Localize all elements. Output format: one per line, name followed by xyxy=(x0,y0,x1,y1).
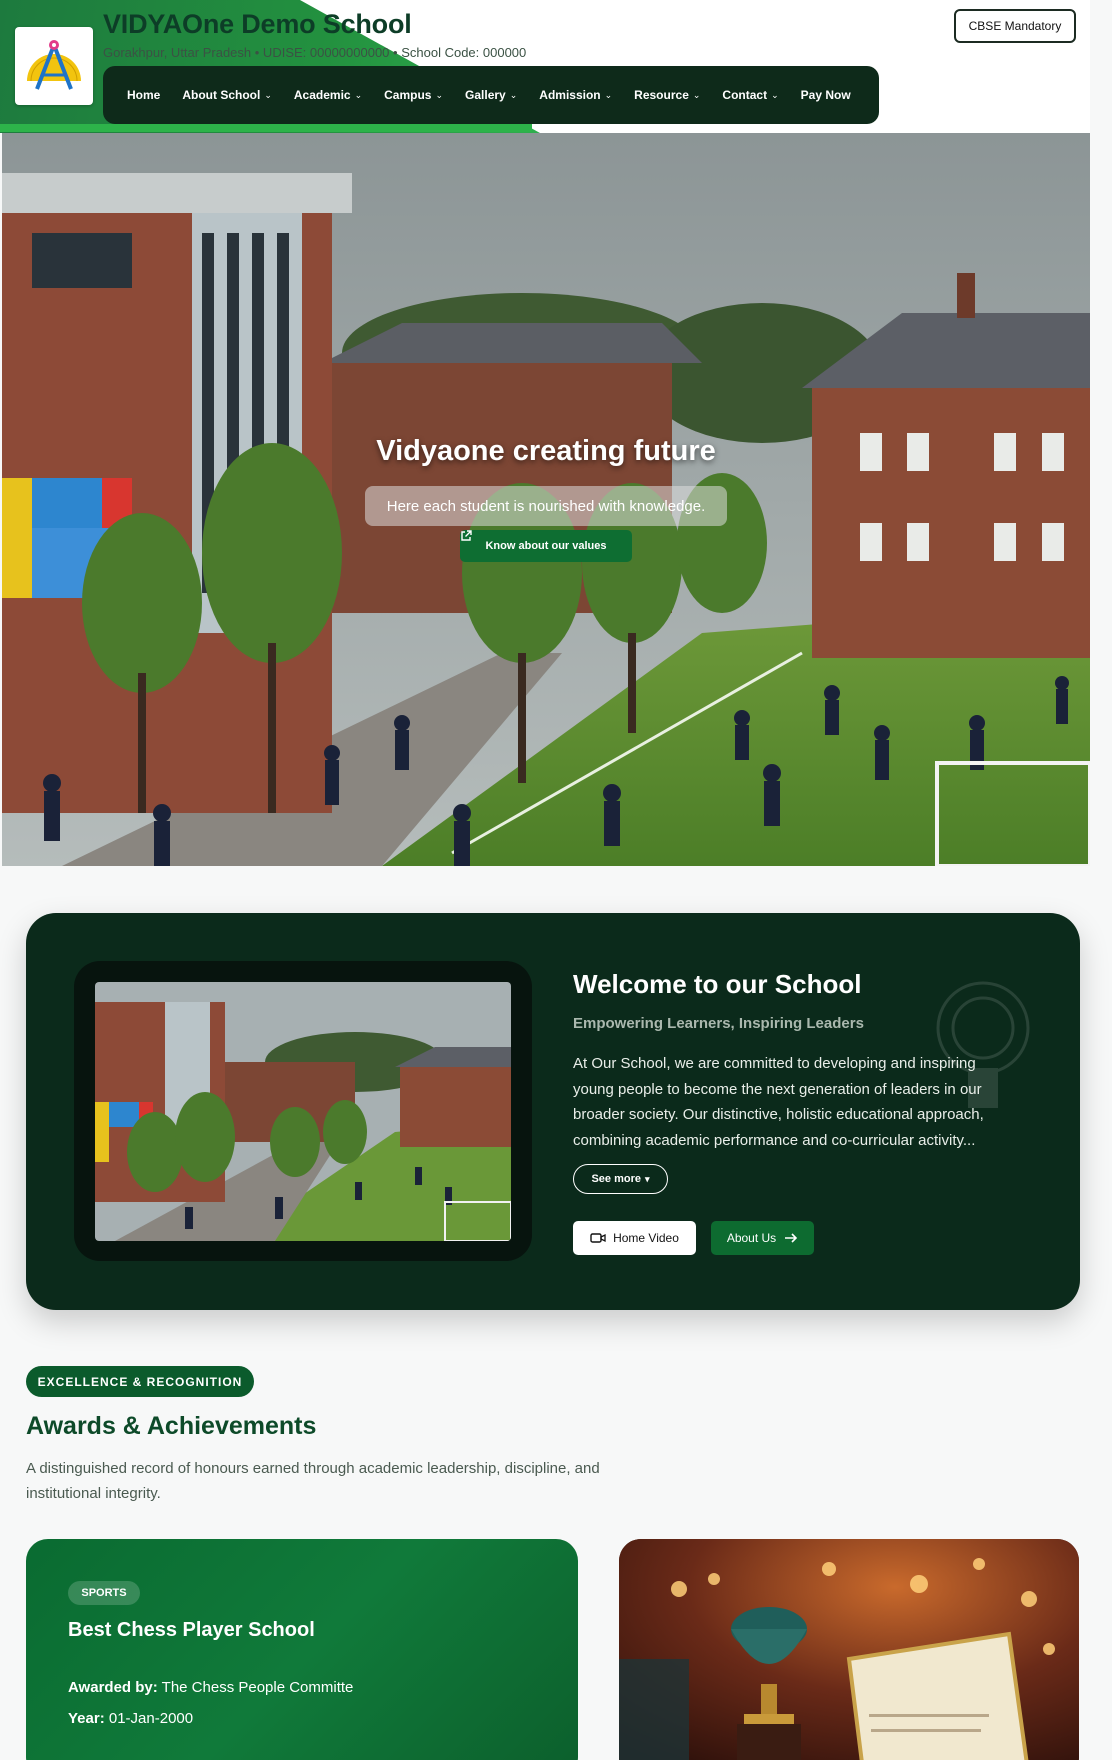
chevron-down-icon: ⌄ xyxy=(354,89,363,100)
nav-label: Gallery xyxy=(465,88,506,102)
external-link-icon xyxy=(461,530,472,541)
site-header: VIDYAOne Demo School Gorakhpur, Uttar Pr… xyxy=(0,0,1090,133)
hero-title: Vidyaone creating future xyxy=(376,435,716,467)
know-values-button[interactable]: Know about our values xyxy=(460,530,632,562)
nav-contact[interactable]: Contact ⌄ xyxy=(722,88,778,102)
year-value: 01-Jan-2000 xyxy=(108,1710,194,1727)
about-us-label: About Us xyxy=(726,1231,777,1245)
video-camera-icon xyxy=(590,1233,606,1243)
header-accent-bar xyxy=(0,124,532,132)
awards-description: A distinguished record of honours earned… xyxy=(26,1460,600,1502)
nav-label: Home xyxy=(127,88,161,102)
nav-label: Contact xyxy=(722,88,768,102)
award-card[interactable]: SPORTS Best Chess Player School Awarded … xyxy=(26,1539,578,1760)
page: VIDYAOne Demo School Gorakhpur, Uttar Pr… xyxy=(0,0,1112,1760)
award-year: Year: 01-Jan-2000 xyxy=(68,1710,193,1727)
nav-academic[interactable]: Academic ⌄ xyxy=(294,88,362,102)
school-logo[interactable] xyxy=(15,27,93,105)
caret-down-icon: ▾ xyxy=(645,1173,650,1184)
nav-about-school[interactable]: About School ⌄ xyxy=(182,88,272,102)
nav-gallery[interactable]: Gallery ⌄ xyxy=(465,88,517,102)
awarded-by-label: Awarded by: xyxy=(68,1679,158,1696)
nav-admission[interactable]: Admission ⌄ xyxy=(539,88,612,102)
school-code: • School Code: 000000 xyxy=(393,45,527,60)
welcome-media-frame xyxy=(74,961,532,1261)
nav-resource[interactable]: Resource ⌄ xyxy=(634,88,700,102)
hero-banner: Vidyaone creating future Here each stude… xyxy=(2,133,1090,866)
award-trophy-image[interactable] xyxy=(619,1539,1079,1760)
cbse-mandatory-button[interactable]: CBSE Mandatory xyxy=(954,9,1076,43)
school-meta: Gorakhpur, Uttar Pradesh • UDISE: 000000… xyxy=(103,45,526,60)
awarded-by-value: The Chess People Committe xyxy=(161,1679,354,1696)
nav-label: Admission xyxy=(539,88,601,102)
home-video-button[interactable]: Home Video xyxy=(573,1221,696,1255)
award-title: Best Chess Player School xyxy=(68,1619,315,1641)
campus-thumbnail xyxy=(95,982,511,1241)
home-video-label: Home Video xyxy=(613,1231,679,1245)
chevron-down-icon: ⌄ xyxy=(692,89,701,100)
excellence-tag: EXCELLENCE & RECOGNITION xyxy=(26,1366,254,1397)
nav-home[interactable]: Home xyxy=(127,88,160,102)
chevron-down-icon: ⌄ xyxy=(509,89,518,100)
arrow-right-icon xyxy=(785,1233,798,1243)
nav-label: Pay Now xyxy=(800,88,851,102)
welcome-body: At Our School, we are committed to devel… xyxy=(573,1055,984,1149)
chevron-down-icon: ⌄ xyxy=(264,89,272,100)
school-location: Gorakhpur, Uttar Pradesh xyxy=(103,45,252,60)
hero-subtitle: Here each student is nourished with know… xyxy=(365,486,727,526)
chevron-down-icon: ⌄ xyxy=(771,89,779,100)
school-name[interactable]: VIDYAOne Demo School xyxy=(103,9,412,40)
about-us-button[interactable]: About Us xyxy=(711,1221,814,1255)
main-nav: Home About School ⌄ Academic ⌄ Campus ⌄ Gal… xyxy=(103,66,879,124)
year-label: Year: xyxy=(68,1710,105,1727)
see-more-label: See more xyxy=(591,1173,641,1185)
welcome-subtitle: Empowering Learners, Inspiring Leaders xyxy=(573,1015,864,1032)
nav-label: About School xyxy=(182,88,261,102)
welcome-campus-image[interactable] xyxy=(95,982,511,1241)
welcome-section: Welcome to our School Empowering Learner… xyxy=(26,913,1080,1310)
compass-logo-icon xyxy=(27,40,81,90)
nav-label: Academic xyxy=(293,88,351,102)
welcome-title: Welcome to our School xyxy=(573,969,862,999)
know-values-label: Know about our values xyxy=(485,540,607,552)
school-udise: • UDISE: 00000000000 xyxy=(254,45,390,60)
nav-label: Campus xyxy=(384,88,432,102)
award-category-badge: SPORTS xyxy=(68,1581,140,1605)
chevron-down-icon: ⌄ xyxy=(435,89,444,100)
award-awarded-by: Awarded by: The Chess People Committe xyxy=(68,1679,353,1696)
chevron-down-icon: ⌄ xyxy=(604,89,613,100)
nav-pay-now[interactable]: Pay Now xyxy=(801,88,851,102)
see-more-button[interactable]: See more ▾ xyxy=(573,1164,668,1194)
nav-label: Resource xyxy=(634,88,689,102)
nav-campus[interactable]: Campus ⌄ xyxy=(384,88,443,102)
awards-title: Awards & Achievements xyxy=(26,1412,317,1440)
trophy-photo xyxy=(619,1539,1079,1760)
